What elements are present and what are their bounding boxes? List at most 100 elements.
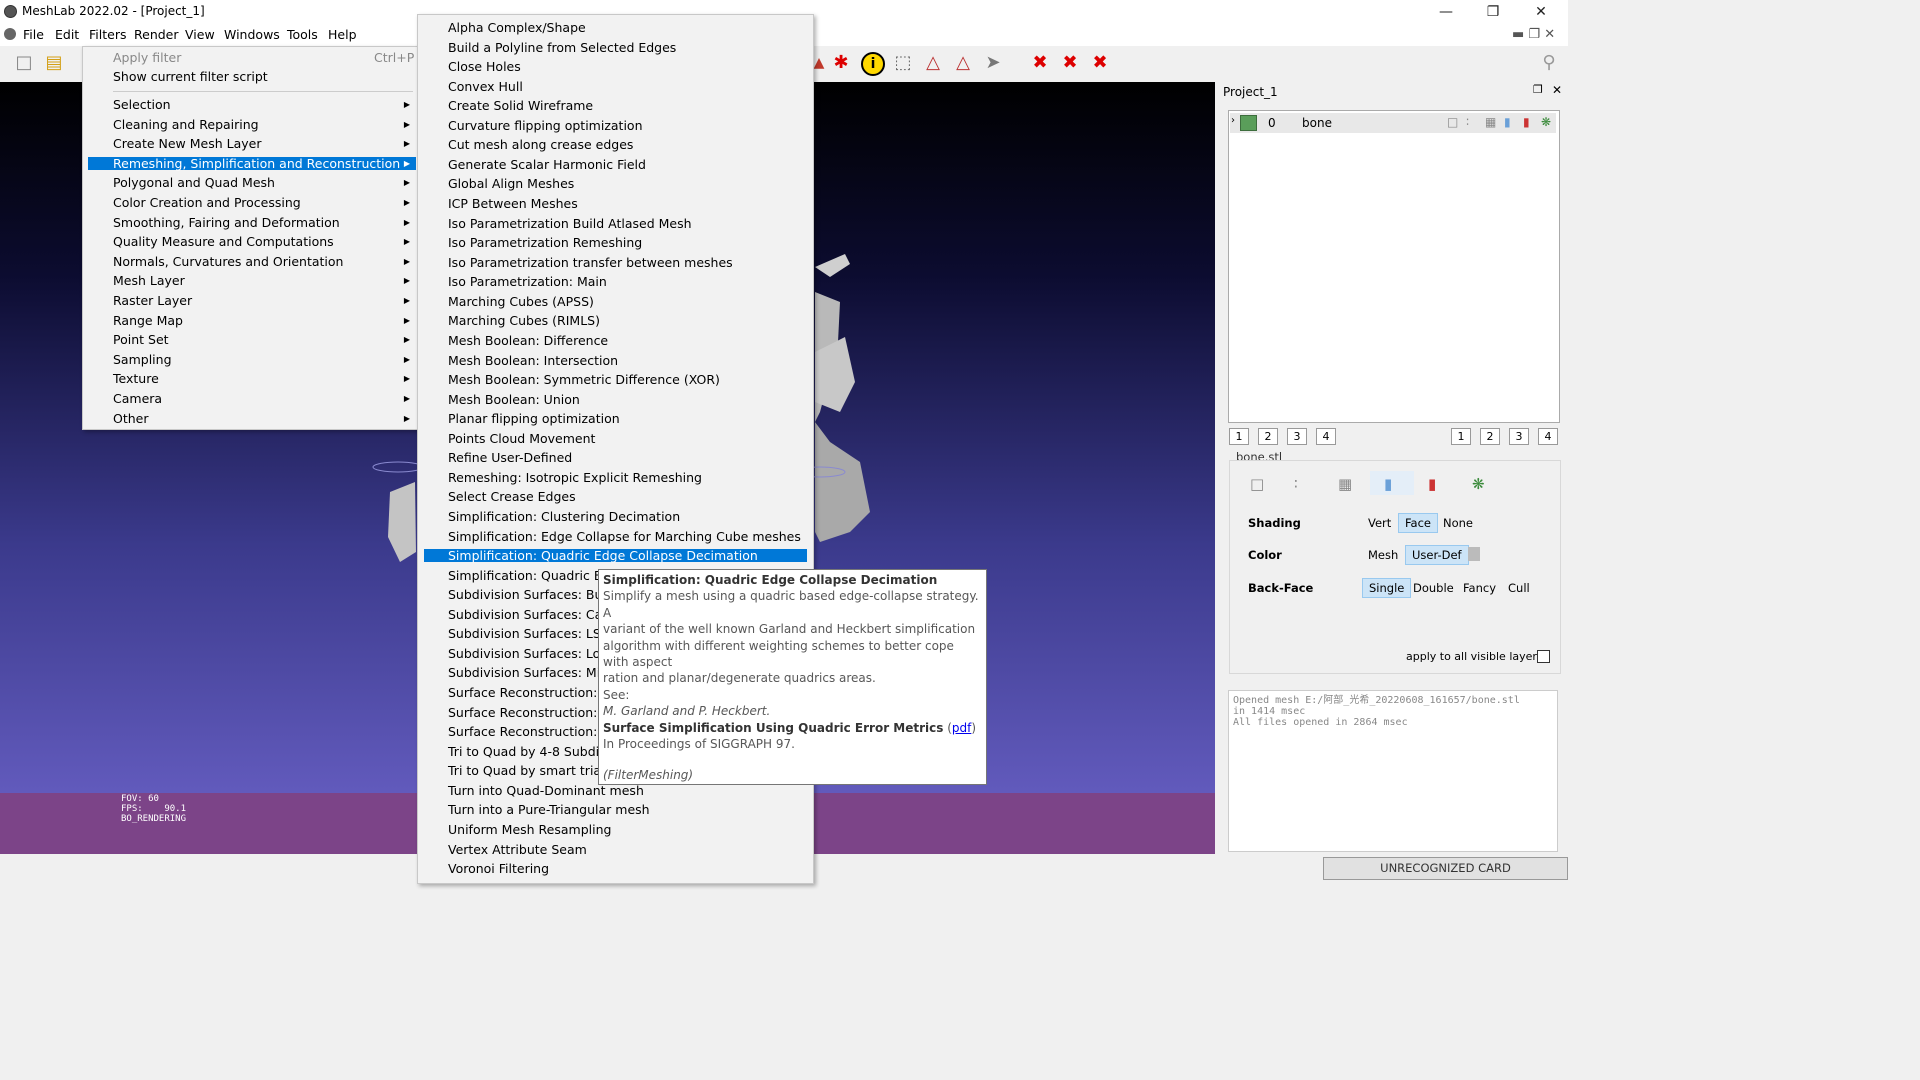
submenu-filter-item[interactable]: Iso Parametrization transfer between mes… (418, 253, 811, 272)
filter-category-item[interactable]: Point Set ▶ (83, 330, 416, 349)
points-mode-icon[interactable]: ∶ (1294, 475, 1298, 493)
filter-category-item[interactable]: Polygonal and Quad Mesh ▶ (83, 173, 416, 192)
submenu-filter-item[interactable]: Remeshing: Isotropic Explicit Remeshing (418, 468, 811, 487)
filter-category-item[interactable]: Other ▶ (83, 409, 416, 428)
left-view-1[interactable]: 1 (1229, 428, 1249, 445)
backface-double[interactable]: Double (1413, 581, 1454, 595)
fill-mode-icon[interactable]: ▮ (1384, 475, 1392, 493)
backface-fancy[interactable]: Fancy (1463, 581, 1496, 595)
mdi-window-controls[interactable]: ▬ ❐ ✕ (1512, 27, 1555, 42)
minimize-icon[interactable]: — (1423, 2, 1469, 22)
menu-edit[interactable]: Edit (55, 27, 79, 42)
layer-fill-icon[interactable]: ▮ (1504, 115, 1511, 129)
filter-category-item[interactable]: Camera ▶ (83, 389, 416, 408)
submenu-filter-item[interactable]: Uniform Mesh Resampling (418, 820, 811, 839)
submenu-filter-item[interactable]: Iso Parametrization Build Atlased Mesh (418, 214, 811, 233)
submenu-filter-item[interactable]: Cut mesh along crease edges (418, 135, 811, 154)
shading-vert[interactable]: Vert (1368, 516, 1391, 530)
filter-category-item[interactable]: Color Creation and Processing ▶ (83, 193, 416, 212)
submenu-filter-item[interactable]: Create Solid Wireframe (418, 96, 811, 115)
delete-selected-icon[interactable]: ✖ (1089, 52, 1111, 74)
filter-category-item[interactable]: Normals, Curvatures and Orientation ▶ (83, 252, 416, 271)
right-view-4[interactable]: 4 (1538, 428, 1558, 445)
submenu-filter-item[interactable]: ICP Between Meshes (418, 194, 811, 213)
menu-render[interactable]: Render (134, 27, 179, 42)
menu-view[interactable]: View (185, 27, 215, 42)
apply-filter-item[interactable]: Apply filter Ctrl+P (113, 48, 414, 67)
bbox-mode-icon[interactable]: □ (1250, 475, 1264, 493)
apply-all-checkbox[interactable] (1537, 650, 1550, 663)
filter-category-item[interactable]: Texture ▶ (83, 369, 416, 388)
select-connected-icon[interactable]: △ (952, 52, 974, 74)
submenu-filter-item[interactable]: Iso Parametrization Remeshing (418, 233, 811, 252)
submenu-filter-item[interactable]: Vertex Attribute Seam (418, 840, 811, 859)
left-view-3[interactable]: 3 (1287, 428, 1307, 445)
submenu-filter-item[interactable]: Curvature flipping optimization (418, 116, 811, 135)
submenu-filter-item[interactable]: Simplification: Edge Collapse for Marchi… (418, 527, 811, 546)
select-pointer-icon[interactable]: ➤ (982, 52, 1004, 74)
submenu-filter-item[interactable]: Mesh Boolean: Intersection (418, 351, 811, 370)
backface-cull[interactable]: Cull (1508, 581, 1530, 595)
right-view-3[interactable]: 3 (1509, 428, 1529, 445)
close-icon[interactable]: ✕ (1518, 2, 1564, 22)
submenu-filter-item[interactable]: Generate Scalar Harmonic Field (418, 155, 811, 174)
show-filter-script-item[interactable]: Show current filter script (113, 67, 268, 86)
filter-category-item[interactable]: Remeshing, Simplification and Reconstruc… (88, 156, 416, 170)
new-project-icon[interactable]: □ (13, 52, 35, 74)
menu-file[interactable]: File (23, 27, 44, 42)
submenu-filter-item[interactable]: Mesh Boolean: Union (418, 390, 811, 409)
left-view-4[interactable]: 4 (1316, 428, 1336, 445)
select-faces-icon[interactable]: ⬚ (892, 52, 914, 74)
submenu-filter-item[interactable]: Select Crease Edges (418, 487, 811, 506)
submenu-filter-item[interactable]: Convex Hull (418, 77, 811, 96)
layer-decorate-icon[interactable]: ❋ (1541, 115, 1551, 129)
submenu-filter-item[interactable]: Build a Polyline from Selected Edges (418, 38, 811, 57)
menu-windows[interactable]: Windows (224, 27, 280, 42)
submenu-filter-item[interactable]: Simplification: Quadric Edge Collapse De… (424, 549, 807, 563)
color-user-def[interactable]: User-Def (1405, 545, 1469, 565)
info-icon[interactable]: i (861, 52, 885, 76)
submenu-filter-item[interactable]: Voronoi Filtering (418, 859, 811, 878)
georef-icon[interactable]: ✱ (830, 52, 852, 74)
submenu-filter-item[interactable]: Marching Cubes (RIMLS) (418, 311, 811, 330)
tooltip-pdf-link[interactable]: pdf (952, 721, 971, 735)
layer-row[interactable]: › 0 bone □ ∶ ▦ ▮ ▮ ❋ (1230, 113, 1556, 133)
submenu-filter-item[interactable]: Mesh Boolean: Symmetric Difference (XOR) (418, 370, 811, 389)
eye-visibility-icon[interactable] (1240, 115, 1257, 131)
expand-arrow-icon[interactable]: › (1231, 115, 1235, 126)
submenu-filter-item[interactable]: Turn into a Pure-Triangular mesh (418, 800, 811, 819)
filter-category-item[interactable]: Raster Layer ▶ (83, 291, 416, 310)
filter-category-item[interactable]: Cleaning and Repairing ▶ (83, 115, 416, 134)
filter-category-item[interactable]: Quality Measure and Computations ▶ (83, 232, 416, 251)
right-view-2[interactable]: 2 (1480, 428, 1500, 445)
submenu-filter-item[interactable]: Points Cloud Movement (418, 429, 811, 448)
right-view-1[interactable]: 1 (1451, 428, 1471, 445)
menu-filters[interactable]: Filters (89, 27, 126, 42)
layer-wire-icon[interactable]: ▦ (1485, 115, 1496, 129)
submenu-filter-item[interactable]: Simplification: Clustering Decimation (418, 507, 811, 526)
layer-points-icon[interactable]: ∶ (1466, 115, 1469, 129)
texture-mode-icon[interactable]: ▮ (1428, 475, 1436, 493)
search-icon[interactable]: ⚲ (1538, 52, 1560, 74)
select-vertices-icon[interactable]: △ (922, 52, 944, 74)
submenu-filter-item[interactable]: Alpha Complex/Shape (418, 18, 811, 37)
filter-category-item[interactable]: Smoothing, Fairing and Deformation ▶ (83, 213, 416, 232)
filter-category-item[interactable]: Create New Mesh Layer ▶ (83, 134, 416, 153)
delete-faces-icon[interactable]: ✖ (1059, 52, 1081, 74)
app-menu-icon[interactable] (4, 28, 16, 40)
color-mesh[interactable]: Mesh (1368, 548, 1398, 562)
shading-face[interactable]: Face (1398, 513, 1439, 533)
color-swatch[interactable] (1468, 547, 1480, 561)
open-folder-icon[interactable]: ▤ (43, 52, 65, 74)
submenu-filter-item[interactable]: Mesh Boolean: Difference (418, 331, 811, 350)
filter-category-item[interactable]: Sampling ▶ (83, 350, 416, 369)
submenu-filter-item[interactable]: Planar flipping optimization (418, 409, 811, 428)
float-panel-icon[interactable]: ❐ (1533, 83, 1543, 96)
shading-none[interactable]: None (1443, 516, 1473, 530)
submenu-filter-item[interactable]: Refine User-Defined (418, 448, 811, 467)
menu-help[interactable]: Help (328, 27, 357, 42)
submenu-filter-item[interactable]: Close Holes (418, 57, 811, 76)
submenu-filter-item[interactable]: Global Align Meshes (418, 174, 811, 193)
menu-tools[interactable]: Tools (287, 27, 318, 42)
submenu-filter-item[interactable]: Marching Cubes (APSS) (418, 292, 811, 311)
